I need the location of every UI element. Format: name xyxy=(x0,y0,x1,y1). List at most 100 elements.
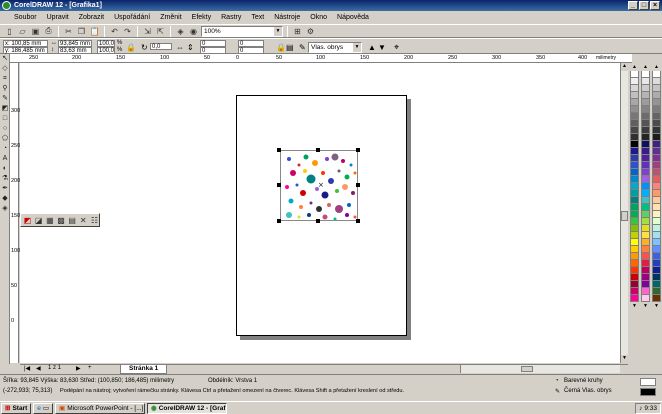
palette-swatch[interactable] xyxy=(641,78,650,85)
palette-swatch[interactable] xyxy=(641,134,650,141)
palette-swatch[interactable] xyxy=(630,267,639,274)
mirror-h-icon[interactable]: ⇔ xyxy=(176,43,184,52)
palette-swatch[interactable] xyxy=(652,71,661,78)
palette-scroll-down-icon[interactable]: ▼ xyxy=(641,302,650,310)
minimize-button[interactable]: _ xyxy=(628,1,638,10)
palette-swatch[interactable] xyxy=(641,225,650,232)
palette-swatch[interactable] xyxy=(630,113,639,120)
palette-swatch[interactable] xyxy=(641,246,650,253)
polygon-tool-icon[interactable]: ⬠ xyxy=(0,134,10,144)
palette-swatch[interactable] xyxy=(652,190,661,197)
palette-swatch[interactable] xyxy=(630,162,639,169)
palette-swatch[interactable] xyxy=(652,176,661,183)
palette-swatch[interactable] xyxy=(641,106,650,113)
selected-bitmap[interactable]: × xyxy=(280,150,358,221)
height-field[interactable]: 83,63 mm xyxy=(58,47,92,54)
options-icon[interactable]: ⚙ xyxy=(305,26,316,37)
resize-handle[interactable] xyxy=(356,219,360,223)
palette-swatch[interactable] xyxy=(652,288,661,295)
palette-swatch[interactable] xyxy=(652,211,661,218)
palette-swatch[interactable] xyxy=(630,148,639,155)
palette-swatch[interactable] xyxy=(641,85,650,92)
palette-swatch[interactable] xyxy=(630,85,639,92)
palette-scroll-down-icon[interactable]: ▼ xyxy=(652,302,661,310)
palette-swatch[interactable] xyxy=(641,295,650,302)
palette-scroll-up-icon[interactable]: ▲ xyxy=(652,63,661,71)
corel-online-icon[interactable]: ◉ xyxy=(188,26,199,37)
horizontal-ruler[interactable]: 250 200 150 100 50 0 50 100 150 200 250 … xyxy=(10,54,632,63)
open-icon[interactable]: ▱ xyxy=(17,26,28,37)
palette-swatch[interactable] xyxy=(630,190,639,197)
scroll-thumb[interactable] xyxy=(521,366,533,372)
palette-swatch[interactable] xyxy=(641,260,650,267)
palette-swatch[interactable] xyxy=(630,106,639,113)
zoom-select[interactable]: 100% ▼ xyxy=(201,25,283,37)
palette-swatch[interactable] xyxy=(652,218,661,225)
mirror-v-icon[interactable]: ⇕ xyxy=(187,43,194,52)
palette-swatch[interactable] xyxy=(630,211,639,218)
palette-swatch[interactable] xyxy=(630,295,639,302)
convert-to-curves-icon[interactable]: ⌖ xyxy=(394,42,399,53)
palette-swatch[interactable] xyxy=(630,225,639,232)
desktop-icon[interactable]: ▭ xyxy=(43,404,49,413)
vertical-ruler[interactable]: 300 250 200 150 100 50 0 xyxy=(10,63,20,363)
scale-width-field[interactable]: 100,0 xyxy=(97,40,115,47)
palette-swatch[interactable] xyxy=(652,85,661,92)
scale-height-field[interactable]: 100,0 xyxy=(97,47,115,54)
menu-zobrazit[interactable]: Zobrazit xyxy=(74,11,109,24)
cut-icon[interactable]: ✂ xyxy=(63,26,74,37)
palette-swatch[interactable] xyxy=(630,183,639,190)
resize-handle[interactable] xyxy=(277,148,281,152)
tab-page-1[interactable]: Stránka 1 xyxy=(120,365,168,374)
outline-width-select[interactable]: Vlas. obrys ▼ xyxy=(308,42,362,53)
palette-swatch[interactable] xyxy=(630,204,639,211)
resize-handle[interactable] xyxy=(316,219,320,223)
palette-swatch[interactable] xyxy=(641,239,650,246)
fill-color-icon[interactable]: ◩ xyxy=(23,215,32,226)
palette-swatch[interactable] xyxy=(641,99,650,106)
undo-icon[interactable]: ↶ xyxy=(109,26,120,37)
palette-swatch[interactable] xyxy=(641,253,650,260)
pattern-fill-icon[interactable]: ▦ xyxy=(45,215,54,226)
palette-swatch[interactable] xyxy=(630,141,639,148)
palette-swatch[interactable] xyxy=(630,260,639,267)
palette-swatch[interactable] xyxy=(641,148,650,155)
taskbar-item-powerpoint[interactable]: ▣ Microsoft PowerPoint - [...] xyxy=(55,402,146,414)
palette-swatch[interactable] xyxy=(652,232,661,239)
scroll-up-icon[interactable]: ▲ xyxy=(621,63,628,71)
new-icon[interactable]: ▯ xyxy=(4,26,15,37)
palette-swatch[interactable] xyxy=(641,218,650,225)
palette-swatch[interactable] xyxy=(652,106,661,113)
palette-swatch[interactable] xyxy=(630,120,639,127)
palette-swatch[interactable] xyxy=(630,288,639,295)
palette-scroll-up-icon[interactable]: ▲ xyxy=(630,63,639,71)
palette-swatch[interactable] xyxy=(652,246,661,253)
redo-icon[interactable]: ↷ xyxy=(122,26,133,37)
palette-swatch[interactable] xyxy=(641,176,650,183)
palette-swatch[interactable] xyxy=(630,246,639,253)
eyedropper-icon[interactable]: ⚗ xyxy=(0,174,10,184)
import-icon[interactable]: ⇲ xyxy=(142,26,153,37)
start-button[interactable]: ⊞ Start xyxy=(1,402,32,414)
no-fill-icon[interactable]: ✕ xyxy=(79,215,88,226)
palette-swatch[interactable] xyxy=(652,281,661,288)
next-page-icon[interactable]: ▶ xyxy=(76,365,81,372)
fill-tool-icon[interactable]: ◆ xyxy=(0,194,10,204)
palette-swatch[interactable] xyxy=(630,155,639,162)
horizontal-scrollbar[interactable] xyxy=(460,365,620,373)
resize-handle[interactable] xyxy=(356,148,360,152)
crop-tool-icon[interactable]: ⌗ xyxy=(0,74,10,84)
palette-swatch[interactable] xyxy=(652,162,661,169)
menu-rastry[interactable]: Rastry xyxy=(216,11,246,24)
palette-swatch[interactable] xyxy=(630,78,639,85)
palette-swatch[interactable] xyxy=(652,155,661,162)
palette-swatch[interactable] xyxy=(641,162,650,169)
menu-soubor[interactable]: Soubor xyxy=(4,11,42,24)
text-tool-icon[interactable]: A xyxy=(0,154,10,164)
palette-swatch[interactable] xyxy=(630,176,639,183)
palette-swatch[interactable] xyxy=(652,183,661,190)
resize-handle[interactable] xyxy=(316,148,320,152)
scroll-down-icon[interactable]: ▼ xyxy=(621,355,628,363)
palette-swatch[interactable] xyxy=(652,169,661,176)
palette-swatch[interactable] xyxy=(652,127,661,134)
